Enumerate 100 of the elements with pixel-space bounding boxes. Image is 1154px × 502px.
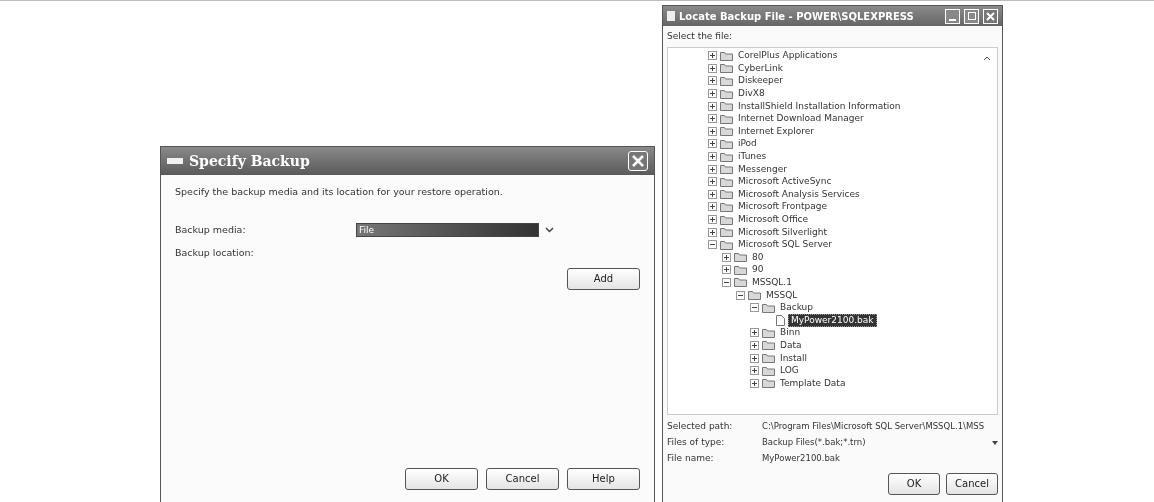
expand-icon[interactable] [708, 63, 717, 73]
folder-icon [720, 76, 733, 86]
folder-icon [734, 252, 747, 263]
expand-icon[interactable] [708, 89, 717, 99]
text-field[interactable]: C:\Program Files\Microsoft SQL Server\MSSQL.1\MSS [762, 420, 998, 433]
expand-icon[interactable] [750, 378, 759, 388]
folder-icon [720, 101, 733, 112]
window-icon [167, 158, 183, 164]
file-type-dropdown[interactable]: Backup Files(*.bak;*.trn) [762, 436, 998, 449]
dialog-button[interactable]: Add [567, 267, 640, 290]
folder-icon [748, 290, 761, 301]
tree-item[interactable]: Binn [778, 327, 803, 339]
folder-icon [720, 239, 733, 250]
tree-item[interactable]: InstallShield Installation Information [736, 100, 903, 112]
field-label: Backup location: [175, 245, 255, 260]
chevron-down-icon[interactable] [545, 227, 554, 234]
minimize-button[interactable] [945, 8, 960, 24]
tree-item[interactable]: Backup [778, 302, 815, 314]
expand-icon[interactable] [708, 126, 717, 136]
tree-item[interactable]: Microsoft ActiveSync [736, 176, 834, 188]
expand-icon[interactable] [722, 265, 731, 275]
expand-icon[interactable] [708, 76, 717, 86]
minimize-icon [949, 18, 956, 21]
tree-item[interactable]: iPod [736, 138, 759, 150]
close-button[interactable] [983, 8, 998, 24]
expand-icon[interactable] [750, 366, 759, 376]
expand-icon[interactable] [708, 114, 717, 124]
maximize-icon [967, 12, 976, 20]
file-icon [776, 314, 785, 326]
tree-item[interactable]: Diskeeper [736, 75, 786, 87]
chevron-down-icon [992, 440, 998, 445]
text-field[interactable]: MyPower2100.bak [762, 452, 998, 465]
tree-item[interactable]: Internet Download Manager [736, 113, 866, 125]
field-label: File name: [667, 451, 715, 465]
expand-icon[interactable] [750, 353, 759, 363]
expand-icon[interactable] [708, 51, 717, 61]
field-label: Files of type: [667, 435, 726, 449]
folder-icon [734, 264, 747, 275]
close-button[interactable] [628, 151, 648, 171]
tree-item[interactable]: CorelPlus Applications [736, 50, 840, 62]
tree-item[interactable]: Microsoft Analysis Services [736, 188, 862, 200]
folder-icon [734, 277, 747, 288]
tree-item[interactable]: Install [778, 352, 810, 364]
folder-icon [762, 340, 775, 351]
folder-icon [720, 113, 733, 124]
tree-item[interactable]: MyPower2100.bak [788, 313, 877, 327]
tree-item[interactable]: Messenger [736, 163, 789, 175]
prompt-text: Select the file: [667, 30, 733, 43]
window-title: Locate Backup File - POWER\SQLEXPRESS [679, 9, 915, 24]
folder-icon [720, 50, 733, 61]
folder-icon [762, 353, 775, 364]
folder-icon [720, 201, 733, 212]
tree-item[interactable]: Microsoft Frontpage [736, 201, 830, 213]
collapse-icon[interactable] [736, 290, 745, 300]
tree-item[interactable]: Template Data [778, 377, 848, 389]
close-icon [986, 11, 995, 21]
dialog-button[interactable]: OK [888, 472, 940, 495]
tree-item[interactable]: CyberLink [736, 62, 785, 74]
dialog-button[interactable]: Cancel [946, 472, 998, 495]
close-icon [632, 155, 644, 167]
dialog-button[interactable]: Help [567, 467, 640, 490]
expand-icon[interactable] [750, 340, 759, 350]
field-label: Backup media: [175, 223, 247, 238]
tree-item[interactable]: 90 [750, 264, 766, 276]
tree-item[interactable]: Microsoft Office [736, 214, 811, 225]
expand-icon[interactable] [750, 328, 759, 338]
expand-icon[interactable] [708, 215, 717, 224]
folder-icon [720, 138, 733, 149]
expand-icon[interactable] [708, 164, 717, 174]
tree-item[interactable]: iTunes [736, 151, 769, 163]
backup-media-dropdown[interactable]: File [356, 223, 539, 238]
description-text: Specify the backup media and its location for your restore operation. [175, 185, 504, 199]
tree-item[interactable]: Data [778, 339, 804, 351]
expand-icon[interactable] [708, 139, 717, 149]
tree-item[interactable]: Microsoft SQL Server [736, 239, 834, 251]
dialog-button[interactable]: OK [405, 467, 478, 490]
expand-icon[interactable] [722, 252, 731, 262]
collapse-icon[interactable] [722, 278, 731, 287]
tree-item[interactable]: Internet Explorer [736, 125, 817, 137]
dialog-button[interactable]: Cancel [486, 467, 559, 490]
folder-icon [762, 327, 775, 338]
folder-icon [720, 189, 733, 200]
expand-icon[interactable] [708, 101, 717, 111]
expand-icon[interactable] [708, 152, 717, 162]
tree-item[interactable]: 80 [750, 251, 766, 263]
maximize-button[interactable] [964, 8, 979, 24]
scroll-up-icon[interactable] [983, 55, 991, 61]
tree-item[interactable]: Microsoft Silverlight [736, 226, 830, 238]
folder-icon [720, 63, 733, 74]
expand-icon[interactable] [708, 189, 717, 199]
expand-icon[interactable] [708, 177, 717, 187]
folder-icon [720, 176, 733, 187]
collapse-icon[interactable] [750, 303, 759, 313]
tree-item[interactable]: DivX8 [736, 88, 767, 100]
expand-icon[interactable] [708, 227, 717, 237]
tree-item[interactable]: MSSQL.1 [750, 277, 794, 288]
expand-icon[interactable] [708, 202, 717, 212]
tree-item[interactable]: MSSQL [764, 289, 800, 301]
tree-item[interactable]: LOG [778, 365, 801, 377]
collapse-icon[interactable] [708, 240, 717, 250]
